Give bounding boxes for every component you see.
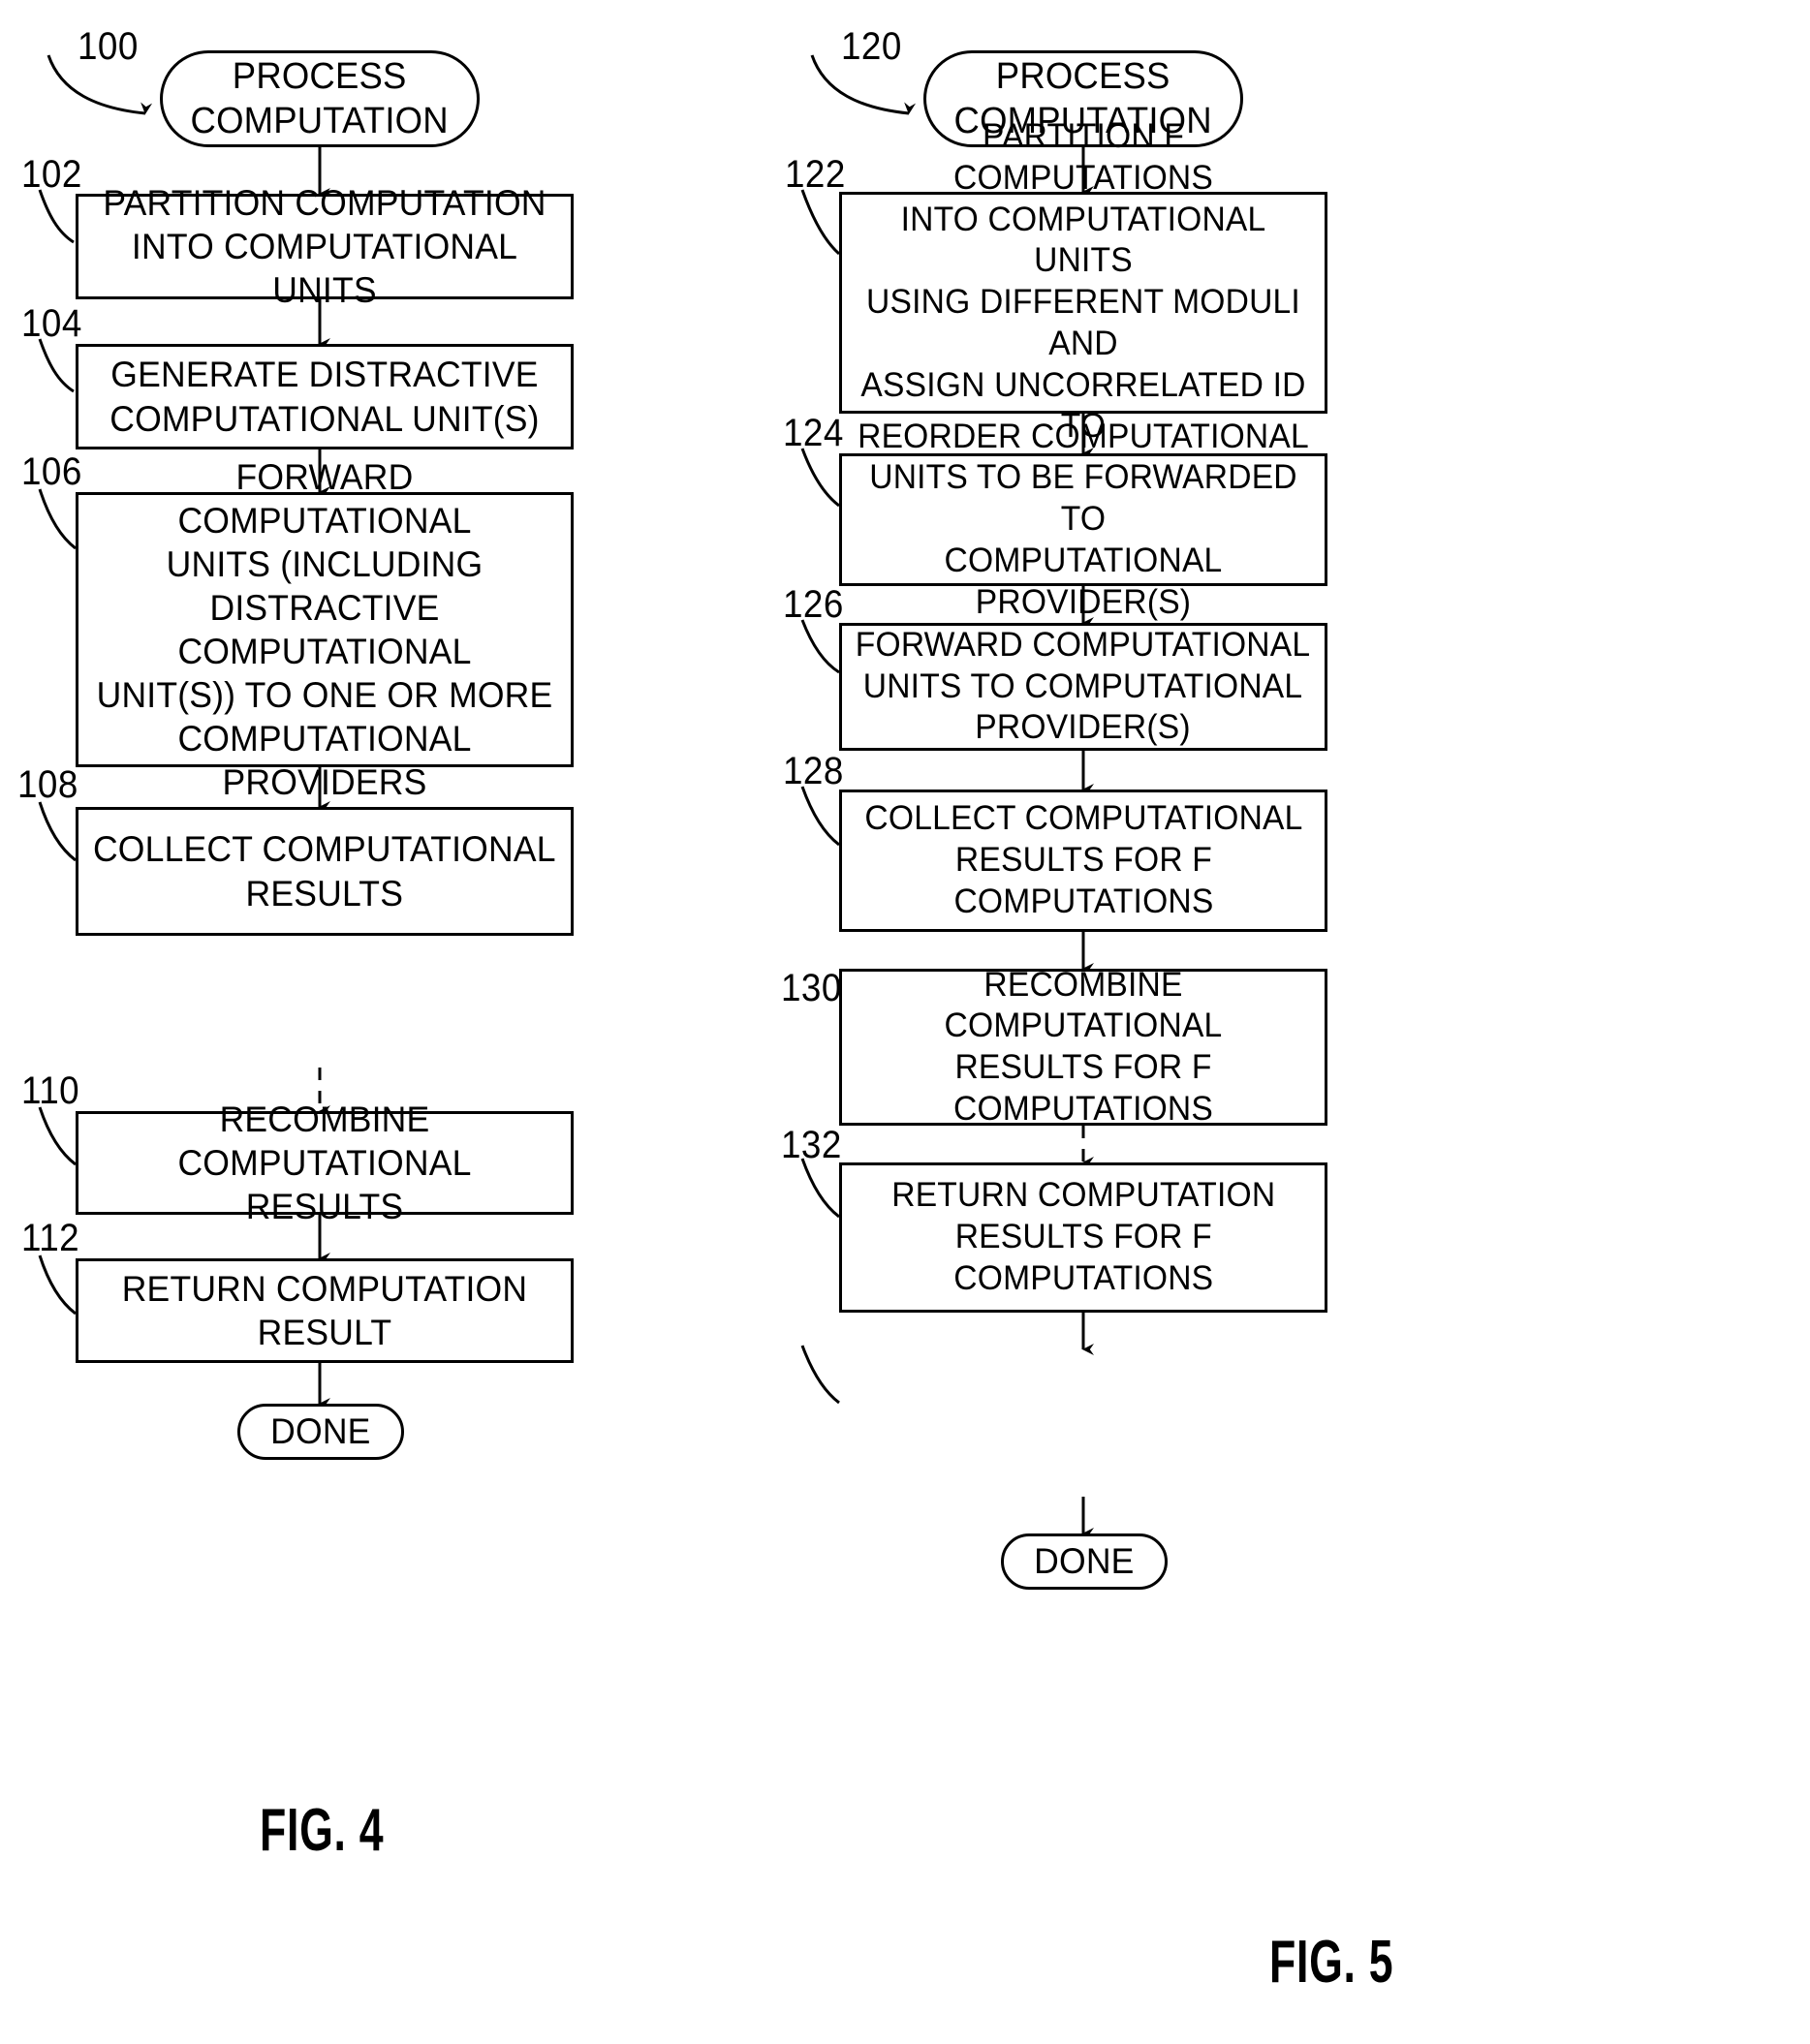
fig4-end-terminator[interactable]: DONE <box>237 1404 404 1460</box>
fig5-step-128-label: COLLECT COMPUTATIONAL RESULTS FOR F COMP… <box>863 799 1303 920</box>
fig4-step-104[interactable]: GENERATE DISTRACTIVE COMPUTATIONAL UNIT(… <box>76 344 574 449</box>
fig5-ref-130: 130 <box>781 967 842 1009</box>
fig5-ref-128: 128 <box>783 750 844 792</box>
fig5-step-132-label: RETURN COMPUTATION RESULTS FOR F COMPUTA… <box>890 1176 1276 1297</box>
fig5-caption: FIG. 5 <box>1269 1929 1394 1996</box>
fig4-step-102[interactable]: PARTITION COMPUTATION INTO COMPUTATIONAL… <box>76 183 574 310</box>
fig5-ref-126: 126 <box>783 583 844 626</box>
fig4-start-terminator[interactable]: PROCESS COMPUTATION <box>160 50 480 147</box>
fig4-step-110-label: RECOMBINE COMPUTATIONAL RESULTS <box>177 1099 472 1227</box>
fig5-ref-120: 120 <box>841 25 902 68</box>
fig4-step-112[interactable]: RETURN COMPUTATION RESULT <box>76 1258 574 1363</box>
fig4-step-106[interactable]: FORWARD COMPUTATIONAL UNITS (INCLUDING D… <box>76 457 574 802</box>
fig5-step-130-label: RECOMBINE COMPUTATIONAL RESULTS FOR F CO… <box>944 965 1223 1128</box>
fig4-ref-108: 108 <box>17 763 78 806</box>
fig4-step-108-label: COLLECT COMPUTATIONAL RESULTS <box>93 829 556 914</box>
fig4-ref-104: 104 <box>21 302 82 345</box>
fig4-ref-100: 100 <box>78 25 139 68</box>
fig4-end-label: DONE <box>270 1411 371 1452</box>
fig5-step-128[interactable]: COLLECT COMPUTATIONAL RESULTS FOR F COMP… <box>839 790 1327 932</box>
fig4-caption: FIG. 4 <box>260 1797 385 1864</box>
fig5-ref-122: 122 <box>785 153 846 196</box>
fig4-ref-106: 106 <box>21 450 82 493</box>
fig4-ref-110: 110 <box>21 1069 80 1112</box>
fig4-step-102-label: PARTITION COMPUTATION INTO COMPUTATIONAL… <box>103 182 546 311</box>
patent-drawing-sheet: PROCESS COMPUTATION 100 PARTITION COMPUT… <box>0 0 1810 2044</box>
fig5-step-122[interactable]: PARTITION F COMPUTATIONS INTO COMPUTATIO… <box>839 117 1327 486</box>
fig4-step-112-label: RETURN COMPUTATION RESULT <box>121 1268 528 1352</box>
fig4-step-106-label: FORWARD COMPUTATIONAL UNITS (INCLUDING D… <box>96 456 553 803</box>
fig4-ref-112: 112 <box>21 1217 80 1259</box>
fig5-step-124[interactable]: REORDER COMPUTATIONAL UNITS TO BE FORWAR… <box>839 418 1327 621</box>
fig5-end-terminator[interactable]: DONE <box>1001 1533 1168 1590</box>
fig5-step-130[interactable]: RECOMBINE COMPUTATIONAL RESULTS FOR F CO… <box>839 966 1327 1128</box>
fig4-start-label: PROCESS COMPUTATION <box>190 55 450 141</box>
fig4-step-110[interactable]: RECOMBINE COMPUTATIONAL RESULTS <box>76 1099 574 1226</box>
fig4-step-104-label: GENERATE DISTRACTIVE COMPUTATIONAL UNIT(… <box>109 355 540 439</box>
fig5-step-126[interactable]: FORWARD COMPUTATIONAL UNITS TO COMPUTATI… <box>839 623 1327 751</box>
fig5-step-126-label: FORWARD COMPUTATIONAL UNITS TO COMPUTATI… <box>856 625 1311 747</box>
fig5-step-124-label: REORDER COMPUTATIONAL UNITS TO BE FORWAR… <box>858 417 1309 621</box>
fig4-ref-102: 102 <box>21 153 82 196</box>
fig5-end-label: DONE <box>1034 1541 1135 1582</box>
fig5-ref-132: 132 <box>781 1124 842 1166</box>
fig4-step-108[interactable]: COLLECT COMPUTATIONAL RESULTS <box>76 807 574 936</box>
fig5-ref-124: 124 <box>783 412 844 454</box>
fig5-step-132[interactable]: RETURN COMPUTATION RESULTS FOR F COMPUTA… <box>839 1162 1327 1313</box>
